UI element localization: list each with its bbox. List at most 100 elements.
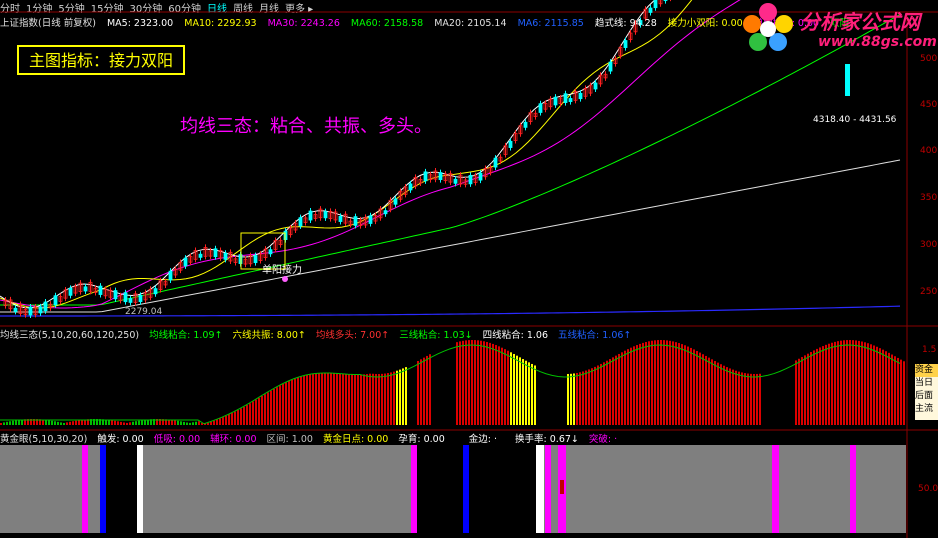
price-tick: 450 <box>920 100 938 110</box>
osc-bar <box>729 368 731 425</box>
sub2-f: 孕育: 0.00 <box>398 434 445 445</box>
osc-line <box>0 344 901 425</box>
osc-bar <box>81 419 83 425</box>
legend-qs: 趋式线: 94.28 <box>594 18 657 29</box>
osc-bar <box>858 340 860 425</box>
indicator-name-box: 主图指标：接力双阳 <box>17 45 185 75</box>
sub1-c: 均线多头: 7.00↑ <box>315 330 390 341</box>
osc-bar <box>249 403 251 425</box>
osc-bar <box>381 373 383 425</box>
candle-body <box>623 40 628 48</box>
osc-bar <box>594 366 596 425</box>
osc-bar <box>597 365 599 425</box>
osc-bar <box>693 349 695 425</box>
osc-bar <box>234 411 236 425</box>
osc-bar <box>354 374 356 425</box>
candle-body <box>113 290 118 300</box>
osc-bar <box>570 373 572 425</box>
osc-bar <box>804 355 806 425</box>
osc-bar <box>54 421 56 425</box>
osc-bar <box>66 422 68 425</box>
osc-bar <box>195 421 197 425</box>
osc-bar <box>687 346 689 425</box>
osc-bar <box>897 357 899 425</box>
osc-bar <box>15 420 17 425</box>
osc-bar <box>132 421 134 425</box>
signal-stripe <box>137 445 143 533</box>
candle-body <box>438 172 443 181</box>
osc-bar <box>708 357 710 425</box>
candle-body <box>308 210 313 221</box>
osc-bar <box>69 421 71 425</box>
osc-bar <box>666 340 668 425</box>
bottom-gap <box>469 445 536 533</box>
osc-bar <box>588 369 590 425</box>
osc-bar <box>807 353 809 425</box>
osc-bar <box>282 384 284 425</box>
osc-bar <box>846 340 848 425</box>
osc-bar <box>78 420 80 425</box>
candle-body <box>423 171 428 182</box>
signal-stripe <box>463 445 469 533</box>
osc-bar <box>342 373 344 425</box>
osc-bar <box>798 358 800 425</box>
candle-body <box>43 301 48 312</box>
osc-bar <box>732 369 734 425</box>
osc-bar <box>741 372 743 425</box>
signal-stripe <box>536 445 544 533</box>
osc-bar <box>126 422 128 425</box>
candle-body <box>393 198 398 205</box>
osc-bar <box>720 364 722 425</box>
osc-bar <box>495 345 497 425</box>
osc-bar <box>603 362 605 425</box>
osc-bar <box>264 394 266 425</box>
candle-body <box>213 248 218 258</box>
osc-bar <box>714 361 716 425</box>
osc-bar <box>750 373 752 425</box>
osc-bar <box>471 340 473 425</box>
osc-bar <box>315 373 317 425</box>
osc-bar <box>267 392 269 425</box>
osc-bar <box>309 374 311 425</box>
osc-bar <box>894 356 896 425</box>
side-panel-line: 后面 <box>915 391 934 401</box>
osc-bar <box>318 373 320 425</box>
osc-bar <box>888 352 890 425</box>
candle-body <box>138 295 143 303</box>
osc-bar <box>669 340 671 425</box>
osc-bar <box>177 420 179 425</box>
candle-body <box>338 216 343 222</box>
osc-bar <box>849 340 851 425</box>
candle-body <box>508 140 513 148</box>
low-price-label: 2279.04 <box>125 307 163 317</box>
osc-bar <box>828 343 830 425</box>
osc-bar <box>813 350 815 425</box>
osc-bar <box>336 373 338 425</box>
kline-chart[interactable] <box>0 0 938 538</box>
candle-body <box>98 285 103 295</box>
osc-bar <box>360 374 362 425</box>
side-panel-line: 当日 <box>915 378 934 388</box>
osc-bar <box>573 373 575 425</box>
signal-stripe <box>100 445 106 533</box>
osc-bar <box>189 422 191 425</box>
osc-bar <box>180 421 182 425</box>
osc-bar <box>288 381 290 425</box>
osc-bar <box>855 340 857 425</box>
osc-bar <box>357 374 359 425</box>
osc-bar <box>624 350 626 425</box>
osc-bar <box>348 374 350 425</box>
osc-bar <box>387 373 389 425</box>
candle-body <box>183 257 188 267</box>
osc-bar <box>507 350 509 425</box>
osc-bar <box>213 420 215 425</box>
osc-bar <box>717 362 719 425</box>
candle-body <box>553 96 558 106</box>
osc-bar <box>240 408 242 425</box>
osc-bar <box>108 419 110 425</box>
signal-stripe <box>545 445 551 533</box>
osc-bar <box>321 373 323 425</box>
fund-side-panel[interactable]: 资金 当日 后面 主流 <box>915 364 938 420</box>
osc-bar <box>504 349 506 425</box>
osc-bar <box>273 388 275 425</box>
